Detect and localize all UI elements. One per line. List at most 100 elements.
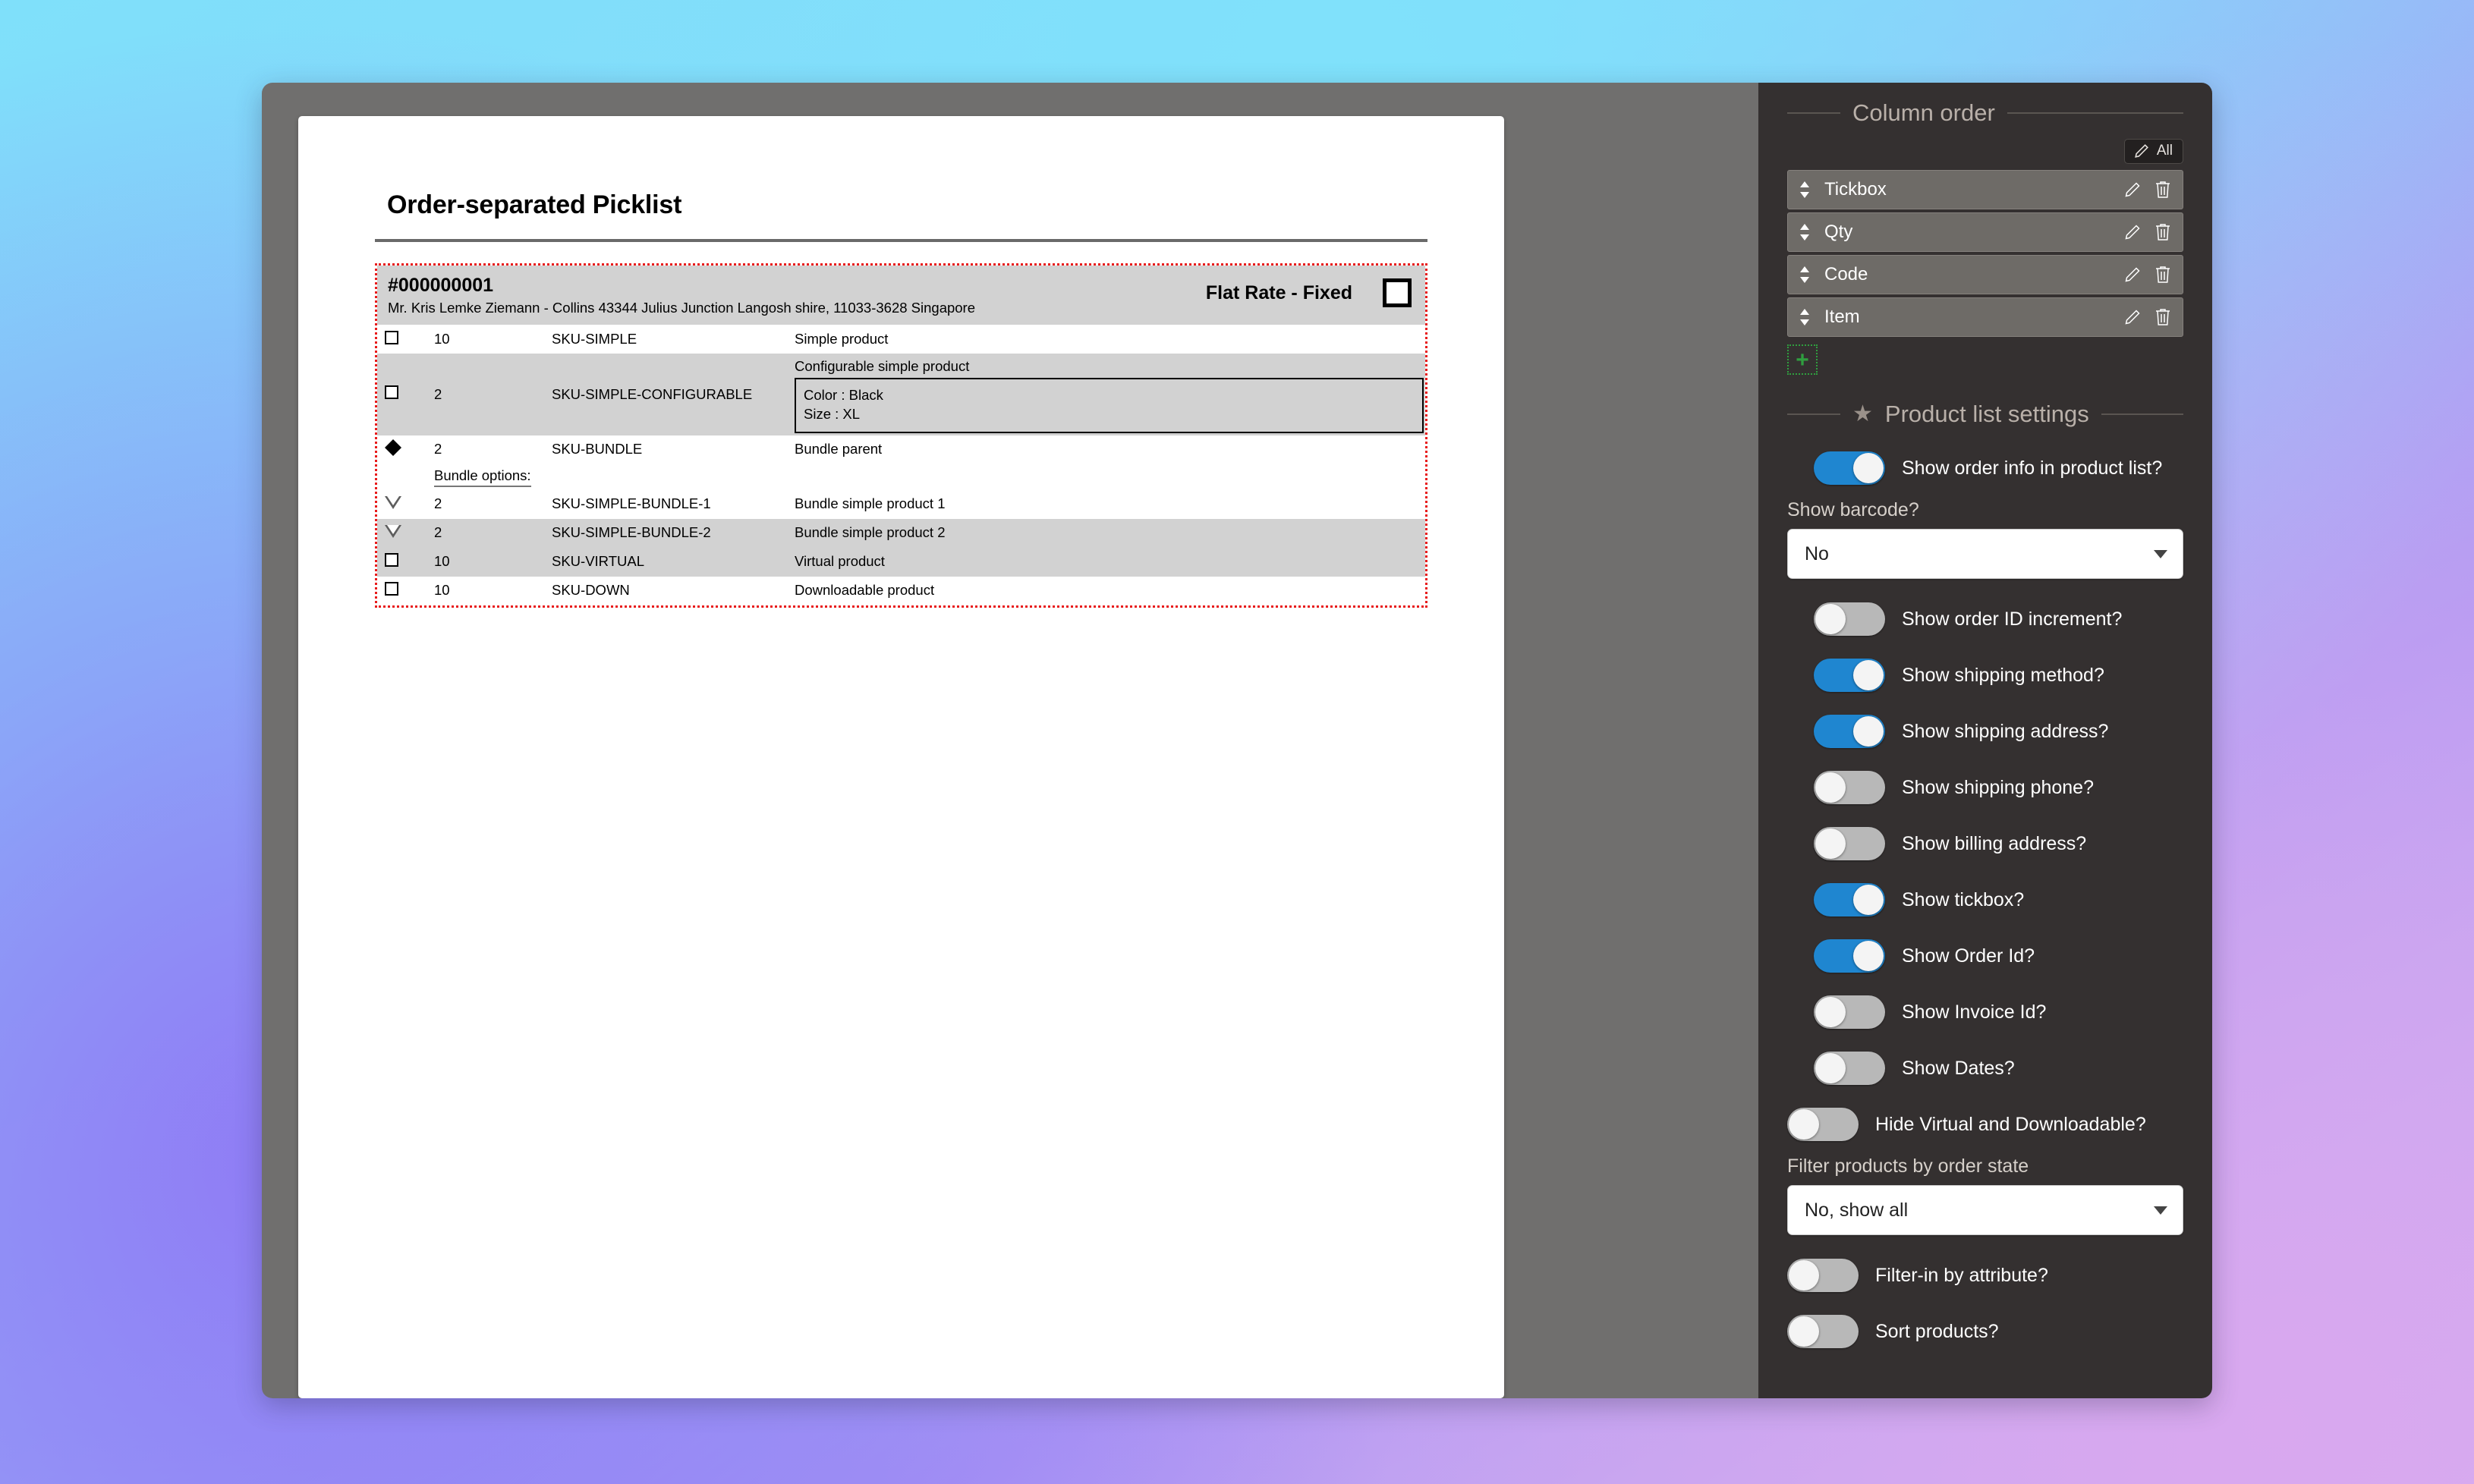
drag-handle-icon[interactable] [1797,264,1812,285]
toggle-show-order-id-increment[interactable]: Show order ID increment? [1787,591,2183,647]
column-edit-button[interactable] [2123,266,2142,284]
column-item-qty[interactable]: Qty [1787,212,2183,252]
toggle-label: Show order ID increment? [1902,608,2123,630]
header-rule-left [1787,413,1840,415]
settings-panel: Column order All Tickbox Qty Code Item +… [1758,83,2212,1398]
bundle-options-row: Bundle options: [377,464,1425,490]
updown-arrows-icon [1800,224,1809,241]
row-marker-cell[interactable] [377,325,434,354]
toggle-show-shipping-address[interactable]: Show shipping address? [1787,703,2183,759]
toggle-switch[interactable] [1814,1052,1885,1085]
row-qty: 2 [434,524,442,541]
order-tickbox-checkbox[interactable] [1383,278,1412,307]
column-edit-button[interactable] [2123,181,2142,199]
toggle-sort-products[interactable]: Sort products? [1787,1303,2183,1360]
toggle-switch[interactable] [1814,451,1885,485]
toggle-switch[interactable] [1814,939,1885,973]
document-preview-area: Order-separated Picklist #000000001 Mr. … [262,83,1758,1398]
column-item-label: Tickbox [1824,179,1887,200]
toggle-switch[interactable] [1787,1315,1859,1348]
toggle-switch[interactable] [1787,1108,1859,1141]
row-qty-cell: 2 [434,354,552,435]
column-item-item[interactable]: Item [1787,297,2183,337]
toggle-knob [1853,941,1884,971]
column-item-label: Code [1824,264,1868,285]
toggle-switch[interactable] [1787,1259,1859,1292]
tickbox-icon[interactable] [385,385,398,400]
toggle-label: Show Invoice Id? [1902,1001,2047,1023]
row-code-cell: SKU-SIMPLE [552,325,795,354]
tickbox-icon[interactable] [385,330,398,344]
row-item-cell: Bundle simple product 2 [795,519,1425,548]
toggle-switch[interactable] [1814,659,1885,692]
row-item: Virtual product [795,553,885,570]
filter-order-state-select[interactable]: No, show all [1787,1185,2183,1235]
column-item-code[interactable]: Code [1787,255,2183,294]
bundle-options-cell: Bundle options: [434,464,1425,490]
row-marker-cell[interactable] [377,548,434,577]
picklist-document-page: Order-separated Picklist #000000001 Mr. … [298,116,1504,1398]
order-header: #000000001 Mr. Kris Lemke Ziemann - Coll… [377,266,1425,325]
toggle-show-billing-address[interactable]: Show billing address? [1787,816,2183,872]
tickbox-icon[interactable] [385,553,398,568]
toggle-label: Show Order Id? [1902,945,2035,967]
row-item: Bundle parent [795,441,883,457]
toggle-switch[interactable] [1814,715,1885,748]
trash-icon [2156,224,2170,241]
toggle-switch[interactable] [1814,771,1885,804]
toggle-knob [1789,1316,1819,1347]
row-qty-cell: 10 [434,325,552,354]
tickbox-icon[interactable] [385,582,398,596]
column-delete-button[interactable] [2154,222,2172,242]
toggle-switch[interactable] [1814,602,1885,636]
row-marker-cell[interactable] [377,354,434,435]
toggle-show-dates[interactable]: Show Dates? [1787,1040,2183,1096]
column-edit-button[interactable] [2123,308,2142,326]
add-column-button[interactable]: + [1787,344,1818,375]
toggle-show-shipping-phone[interactable]: Show shipping phone? [1787,759,2183,816]
trash-icon [2156,309,2170,325]
pencil-icon [2135,144,2148,158]
edit-all-button[interactable]: All [2123,139,2183,164]
show-barcode-label: Show barcode? [1787,499,1919,520]
updown-arrows-icon [1800,181,1809,198]
spacer-cell [377,464,434,490]
toggle-label: Show tickbox? [1902,888,2025,910]
toggle-show-tickbox[interactable]: Show tickbox? [1787,872,2183,928]
column-delete-button[interactable] [2154,307,2172,327]
toggle-hide-virtual-downloadable[interactable]: Hide Virtual and Downloadable? [1787,1096,2183,1152]
row-marker-cell [377,519,434,548]
drag-handle-icon[interactable] [1797,222,1812,243]
toggle-label: Filter-in by attribute? [1875,1264,2048,1286]
row-marker-cell[interactable] [377,577,434,605]
pencil-icon [2125,225,2140,240]
drag-handle-icon[interactable] [1797,179,1812,200]
table-row: 10 SKU-SIMPLE Simple product [377,325,1425,354]
column-delete-button[interactable] [2154,180,2172,200]
toggle-switch[interactable] [1814,995,1885,1029]
trash-icon [2156,181,2170,198]
toggle-label: Show shipping phone? [1902,776,2094,798]
toggle-filter-in-by-attribute[interactable]: Filter-in by attribute? [1787,1247,2183,1303]
toggle-show-order-id[interactable]: Show Order Id? [1787,928,2183,984]
row-code: SKU-BUNDLE [552,441,643,457]
header-rule-left [1787,112,1840,114]
toggle-label: Show billing address? [1902,832,2087,854]
toggle-switch[interactable] [1814,827,1885,860]
column-delete-button[interactable] [2154,265,2172,285]
row-item-cell: Configurable simple product Color : Blac… [795,354,1425,435]
show-barcode-select[interactable]: No [1787,529,2183,579]
column-item-tickbox[interactable]: Tickbox [1787,170,2183,209]
row-qty-cell: 10 [434,577,552,605]
toggle-switch[interactable] [1814,883,1885,916]
row-code: SKU-SIMPLE-BUNDLE-1 [552,495,711,512]
toggle-show-order-info[interactable]: Show order info in product list? [1787,440,2183,496]
drag-handle-icon[interactable] [1797,307,1812,328]
column-edit-button[interactable] [2123,223,2142,241]
product-list-settings-title: Product list settings [1884,401,2089,427]
row-item-cell: Virtual product [795,548,1425,577]
toggle-show-invoice-id[interactable]: Show Invoice Id? [1787,984,2183,1040]
toggle-show-shipping-method[interactable]: Show shipping method? [1787,647,2183,703]
toggle-label: Show order info in product list? [1902,457,2163,479]
row-qty: 2 [434,385,442,402]
